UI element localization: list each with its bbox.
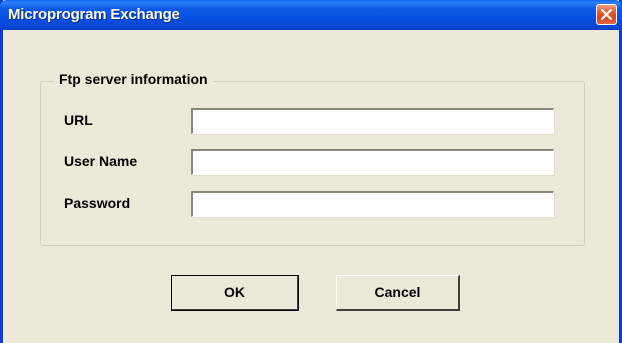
ok-button[interactable]: OK: [171, 275, 299, 311]
title-bar[interactable]: Microprogram Exchange: [0, 0, 622, 30]
username-label: User Name: [64, 153, 138, 169]
window-title: Microprogram Exchange: [8, 6, 180, 23]
url-label: URL: [64, 112, 93, 128]
close-icon: [600, 8, 613, 21]
cancel-button[interactable]: Cancel: [336, 275, 460, 311]
url-input[interactable]: [191, 108, 554, 134]
password-label: Password: [64, 195, 131, 211]
close-button[interactable]: [596, 4, 617, 25]
groupbox-title: Ftp server information: [54, 71, 213, 87]
dialog-window: Microprogram Exchange Ftp server informa…: [0, 0, 622, 343]
password-input[interactable]: [191, 191, 554, 217]
username-input[interactable]: [191, 149, 554, 175]
